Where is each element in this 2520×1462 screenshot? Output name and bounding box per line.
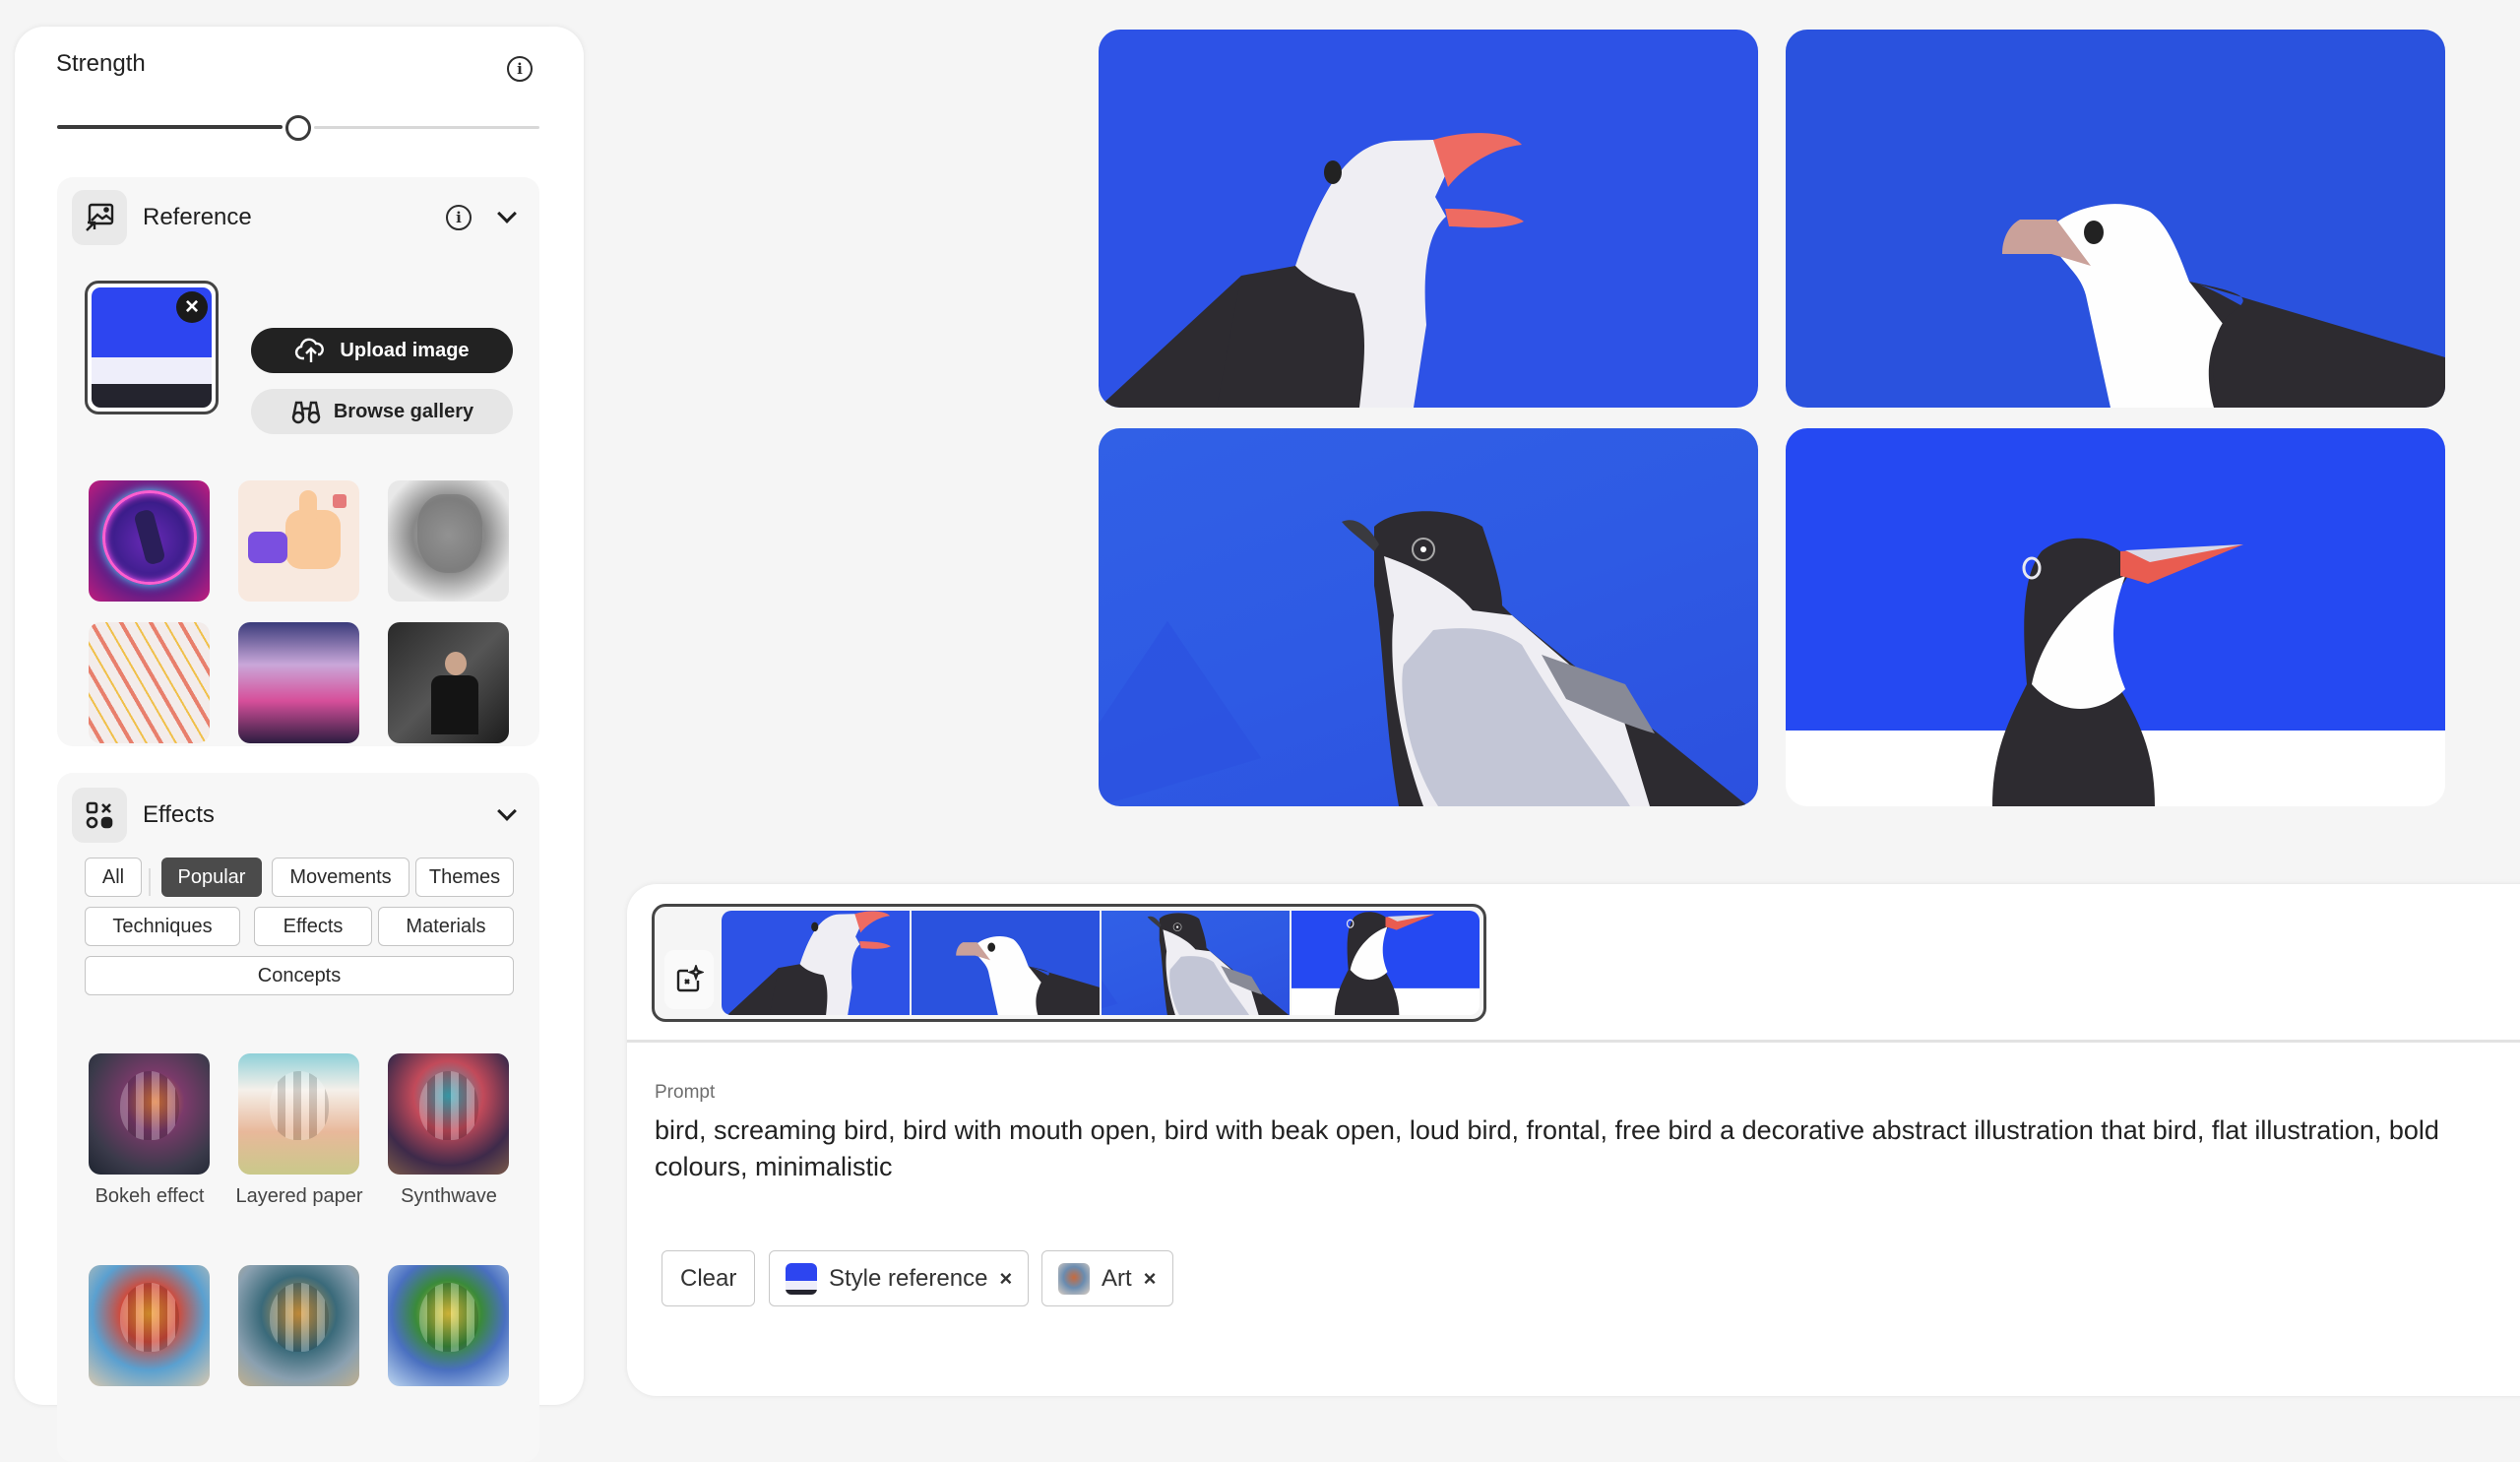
- effect-label: Layered paper: [235, 1185, 363, 1207]
- chip-divider: [149, 868, 151, 896]
- filter-chip-movements[interactable]: Movements: [272, 858, 410, 897]
- effects-chevron-down-icon[interactable]: [497, 801, 517, 821]
- effect-thumb-item-3[interactable]: [89, 1265, 210, 1386]
- style-reference-swatch: [786, 1262, 817, 1295]
- settings-sidebar: Strength i Reference i × Upload image Br…: [15, 27, 584, 1462]
- reference-title: Reference: [143, 204, 252, 230]
- effect-label: Bokeh effect: [94, 1185, 205, 1207]
- upload-image-button[interactable]: Upload image: [251, 328, 513, 373]
- effect-thumb-synthwave[interactable]: [388, 1053, 509, 1175]
- reference-thumb-neon-ring-figure[interactable]: [89, 480, 210, 602]
- art-tag[interactable]: Art ×: [1041, 1250, 1173, 1306]
- slider-track: [314, 126, 539, 129]
- generated-image-gull-profile[interactable]: [1786, 30, 2445, 408]
- bird-illustration: [1102, 913, 1290, 1015]
- effect-thumb-layered-paper[interactable]: [238, 1053, 359, 1175]
- art-swatch: [1058, 1262, 1090, 1295]
- reference-info-icon[interactable]: i: [446, 205, 472, 230]
- reference-thumb-hands-pattern[interactable]: [89, 622, 210, 743]
- filter-chip-concepts[interactable]: Concepts: [85, 956, 514, 995]
- generate-image-icon[interactable]: [664, 950, 714, 1009]
- filter-chip-effects[interactable]: Effects: [254, 907, 372, 946]
- bird-illustration: [956, 935, 1100, 1015]
- reference-thumb-man-in-suit[interactable]: [388, 622, 509, 743]
- generated-image-tern[interactable]: [1786, 428, 2445, 806]
- style-reference-tag[interactable]: Style reference ×: [769, 1250, 1030, 1306]
- browse-gallery-button[interactable]: Browse gallery: [251, 389, 513, 434]
- slider-thumb[interactable]: [285, 115, 311, 141]
- filter-chip-materials[interactable]: Materials: [378, 907, 514, 946]
- bird-illustration: [1099, 511, 1748, 806]
- filter-chip-all[interactable]: All: [85, 858, 142, 897]
- remove-style-reference-close-icon[interactable]: ×: [999, 1266, 1012, 1292]
- cloud-upload-icon: [295, 338, 325, 362]
- balloon-shape: [419, 1071, 478, 1140]
- filter-chip-popular[interactable]: Popular: [161, 858, 262, 897]
- remove-reference-close-icon[interactable]: ×: [176, 291, 208, 323]
- strip-thumb-tern[interactable]: [1292, 911, 1480, 1015]
- strength-slider[interactable]: [57, 115, 539, 141]
- art-label: Art: [1102, 1264, 1132, 1292]
- reference-thumb-engraved-portrait[interactable]: [388, 480, 509, 602]
- clear-label: Clear: [680, 1264, 737, 1292]
- generated-image-chickadee[interactable]: [1099, 428, 1758, 806]
- effect-label: Synthwave: [401, 1185, 497, 1207]
- slider-fill: [57, 125, 283, 129]
- reference-chevron-down-icon[interactable]: [497, 204, 517, 223]
- panel-divider: [627, 1040, 2520, 1043]
- remove-art-close-icon[interactable]: ×: [1144, 1266, 1157, 1292]
- bird-illustration: [1099, 133, 1524, 408]
- effect-thumb-bokeh-effect[interactable]: [89, 1053, 210, 1175]
- binoculars-icon: [291, 401, 321, 424]
- browse-gallery-label: Browse gallery: [333, 400, 474, 422]
- strip-thumb-chickadee[interactable]: [1102, 911, 1290, 1015]
- generated-thumbnail-strip: [652, 904, 1486, 1022]
- balloon-shape: [270, 1283, 329, 1352]
- style-reference-label: Style reference: [829, 1264, 988, 1292]
- prompt-input[interactable]: bird, screaming bird, bird with mouth op…: [655, 1112, 2520, 1185]
- reference-thumb-pink-clouds[interactable]: [238, 622, 359, 743]
- clear-button[interactable]: Clear: [662, 1250, 756, 1306]
- prompt-panel: Prompt bird, screaming bird, bird with m…: [627, 884, 2520, 1396]
- generated-image-screaming-gull[interactable]: [1099, 30, 1758, 408]
- bird-illustration: [726, 911, 891, 1015]
- filter-chip-techniques[interactable]: Techniques: [85, 907, 240, 946]
- strip-thumb-gull-profile[interactable]: [912, 911, 1100, 1015]
- reference-thumb-thumbs-up-3d[interactable]: [238, 480, 359, 602]
- bird-illustration: [1786, 428, 2445, 806]
- reference-section: Reference i × Upload image Browse galler…: [57, 177, 539, 746]
- image-reference-icon: [72, 190, 127, 245]
- strip-thumb-screaming-gull[interactable]: [722, 911, 910, 1015]
- bird-illustration: [2002, 204, 2445, 408]
- strength-label: Strength: [56, 50, 146, 77]
- strength-info-icon[interactable]: i: [507, 56, 533, 82]
- filter-chip-themes[interactable]: Themes: [415, 858, 514, 897]
- effects-grid-icon: [72, 788, 127, 843]
- balloon-shape: [120, 1283, 179, 1352]
- balloon-shape: [120, 1071, 179, 1140]
- balloon-shape: [270, 1071, 329, 1140]
- effects-title: Effects: [143, 801, 215, 828]
- prompt-label: Prompt: [655, 1082, 716, 1103]
- selected-reference-image[interactable]: ×: [85, 281, 219, 414]
- effect-thumb-item-5[interactable]: [388, 1265, 509, 1386]
- effect-thumb-item-4[interactable]: [238, 1265, 359, 1386]
- upload-image-label: Upload image: [340, 339, 470, 361]
- bird-illustration: [1292, 911, 1480, 1015]
- balloon-shape: [419, 1283, 478, 1352]
- effects-section: Effects All Popular Movements Themes Techniq…: [57, 773, 539, 1462]
